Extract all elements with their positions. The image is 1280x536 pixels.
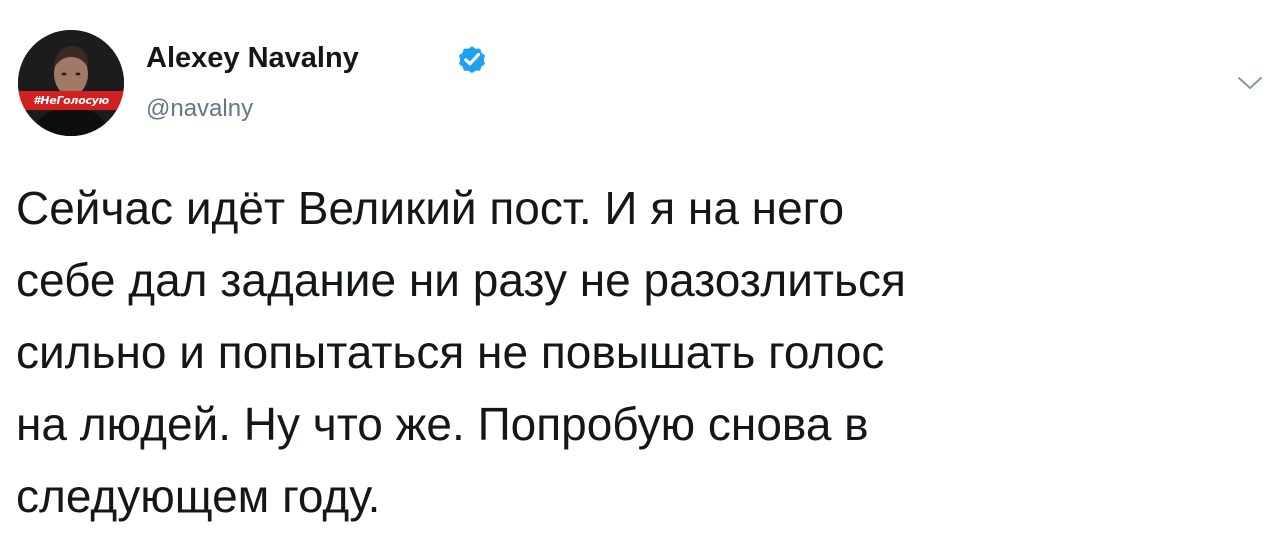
tweet-text-line: сильно и попытаться не повышать голос [16, 326, 885, 378]
display-name[interactable]: Alexey Navalny [146, 40, 359, 76]
tweet-text-line: Сейчас идёт Великий пост. И я на него [16, 182, 845, 234]
tweet-text-line: на людей. Ну что же. Попробую снова в [16, 398, 869, 450]
avatar-photo [18, 30, 124, 136]
tweet-text-line: себе дал задание ни разу не разозлиться [16, 254, 906, 306]
chevron-down-icon[interactable] [1236, 72, 1264, 94]
tweet: #НеГолосую Alexey Navalny @navalny Сейча… [0, 0, 1280, 536]
avatar-hashtag-label: #НеГолосую [18, 91, 124, 110]
avatar[interactable]: #НеГолосую [18, 30, 124, 136]
tweet-text-line: следующем году. [16, 470, 381, 522]
user-handle[interactable]: @navalny [146, 94, 253, 124]
tweet-text: Сейчас идёт Великий пост. И я на него се… [16, 172, 1266, 532]
verified-badge-icon [458, 46, 486, 74]
